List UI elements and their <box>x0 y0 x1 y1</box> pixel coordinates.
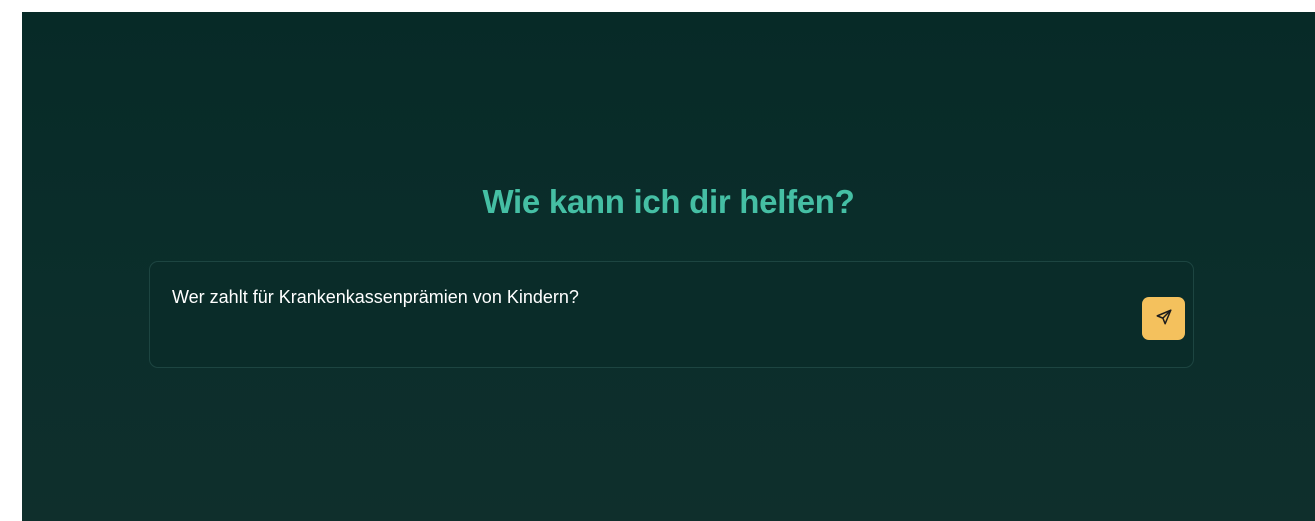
send-button[interactable] <box>1142 297 1185 340</box>
chat-input-box[interactable] <box>149 261 1194 368</box>
chat-input[interactable] <box>172 282 1122 312</box>
send-icon <box>1155 308 1173 329</box>
app-panel: Wie kann ich dir helfen? <box>22 12 1315 521</box>
page-title: Wie kann ich dir helfen? <box>482 183 855 220</box>
